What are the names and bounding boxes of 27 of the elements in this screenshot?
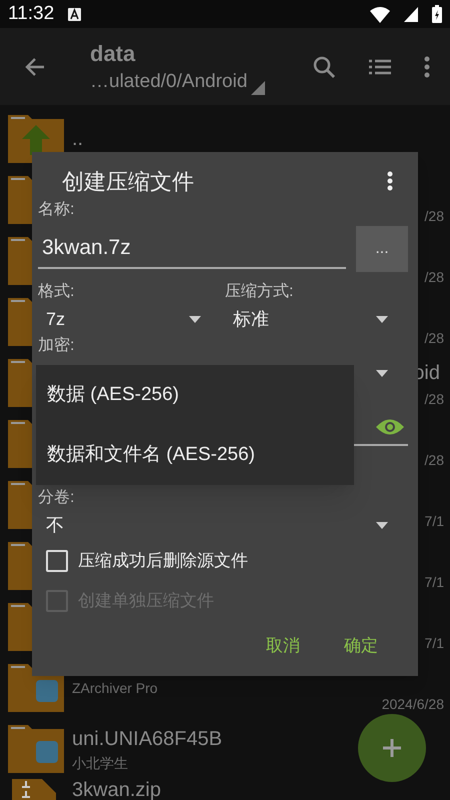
field-label: 压缩方式:: [225, 282, 294, 302]
file-subtitle: 小北学生: [72, 754, 128, 772]
folder-title: data: [90, 40, 136, 68]
file-date: 7/1: [424, 574, 444, 590]
dropdown-value: 7z: [46, 308, 66, 330]
folder-path: …ulated/0/Android: [90, 70, 248, 94]
file-date: /28: [424, 208, 444, 224]
file-subtitle: ZArchiver Pro: [72, 678, 158, 698]
file-date: 7/1: [424, 635, 444, 651]
file-date: /28: [424, 330, 444, 346]
field-label: 格式:: [38, 282, 76, 302]
file-date: 2024/6/28: [382, 696, 444, 712]
file-name: 3kwan.zip: [72, 779, 161, 800]
file-date: /28: [424, 452, 444, 468]
dialog-title: 创建压缩文件: [62, 168, 195, 196]
clock: 11:32: [8, 2, 54, 26]
dropdown-value: 不: [46, 514, 64, 536]
file-date: /28: [424, 391, 444, 407]
field-label: 加密:: [38, 336, 76, 356]
file-date: /28: [424, 269, 444, 285]
dropdown-value: 标准: [233, 308, 269, 330]
checkbox-label: 压缩成功后删除源文件: [78, 550, 248, 572]
file-date: 7/1: [424, 513, 444, 529]
file-name: ..: [72, 126, 84, 152]
field-label: 名称:: [38, 200, 76, 220]
field-label: 分卷:: [38, 488, 76, 508]
file-name: uni.UNIA68F45B: [72, 726, 222, 752]
